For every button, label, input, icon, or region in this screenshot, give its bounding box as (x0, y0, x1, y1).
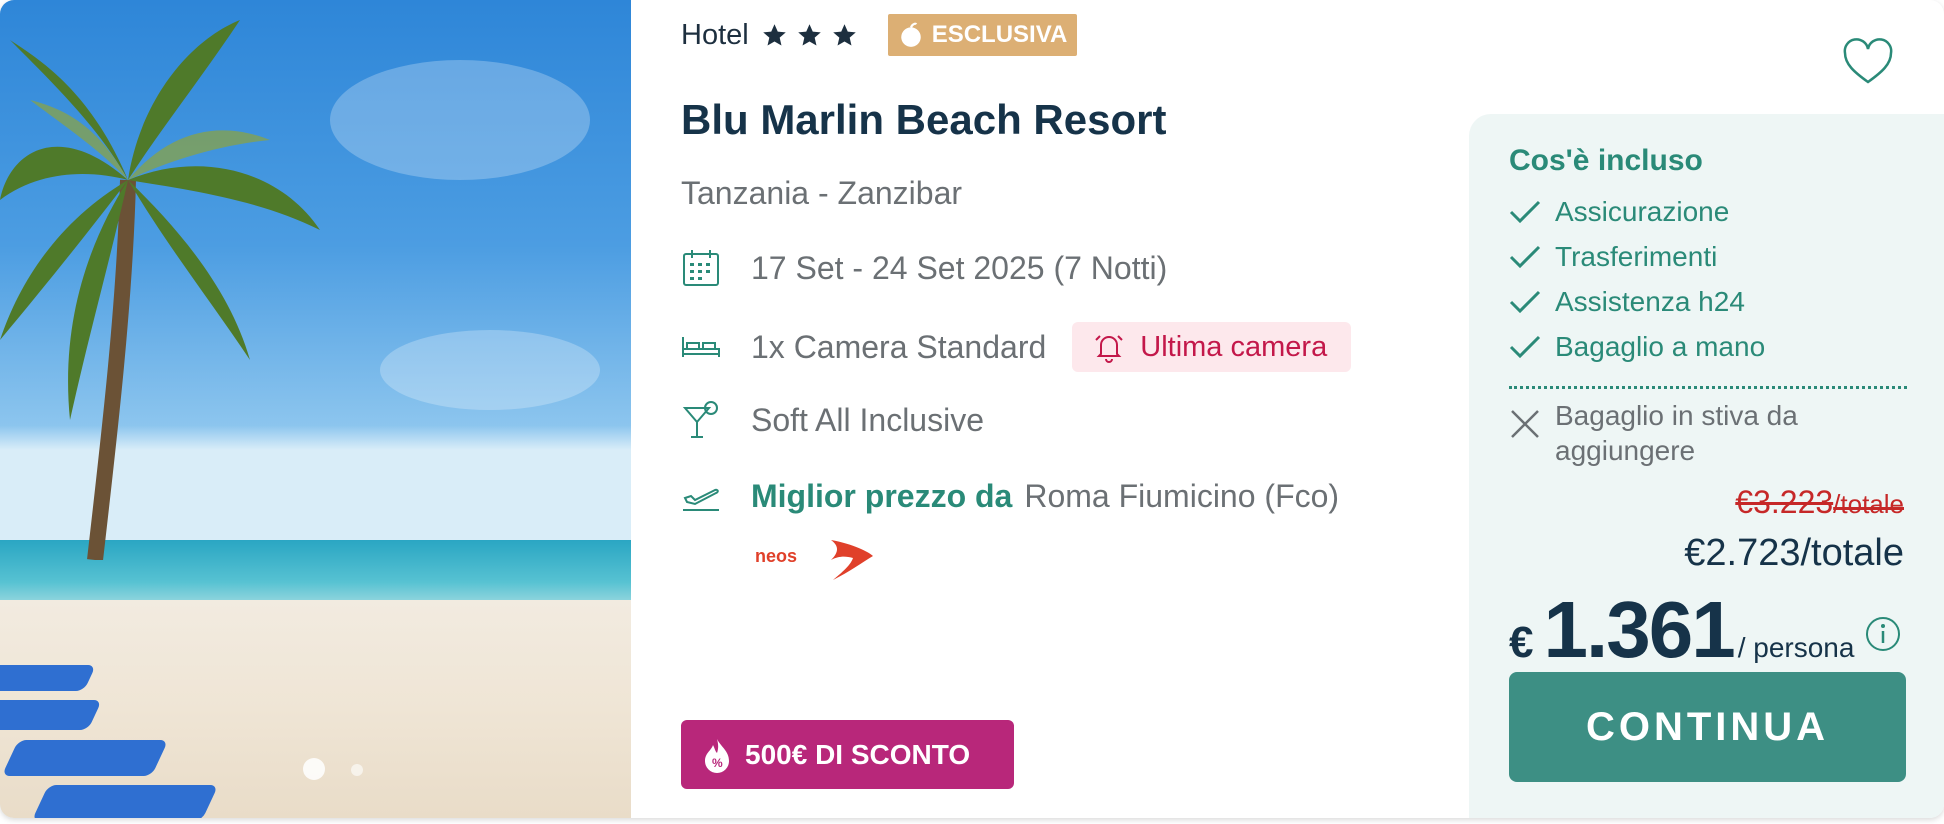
cocktail-icon (682, 401, 718, 438)
star-icon (762, 23, 786, 46)
currency-symbol: € (1509, 618, 1534, 667)
per-person-amount: 1.361 (1543, 585, 1735, 674)
beach-chair (31, 785, 219, 818)
pricing-panel: Cos'è incluso Assicurazione Trasferiment… (1469, 114, 1944, 818)
included-item: Assistenza h24 (1509, 286, 1745, 318)
discounted-total-price: €2.723/totale (1684, 532, 1904, 574)
last-room-badge: Ultima camera (1072, 322, 1352, 372)
cloud-shape (380, 330, 600, 410)
flight-row: Miglior prezzo da Roma Fiumicino (Fco) (681, 476, 1339, 516)
check-icon (1509, 200, 1541, 224)
check-icon (1509, 245, 1541, 269)
star-icon (832, 23, 856, 46)
included-item: Bagaglio a mano (1509, 331, 1765, 363)
included-item: Trasferimenti (1509, 241, 1717, 273)
dates-row: 17 Set - 24 Set 2025 (7 Notti) (681, 248, 1167, 288)
included-divider (1509, 386, 1907, 389)
close-icon (1511, 410, 1539, 438)
beach-chair (1, 740, 169, 776)
excluded-item-line1: Bagaglio in stiva da (1555, 400, 1798, 431)
per-person-unit: / persona (1737, 632, 1855, 663)
original-total-unit: /totale (1833, 489, 1904, 519)
last-room-label: Ultima camera (1140, 330, 1328, 363)
included-item-label: Bagaglio a mano (1555, 331, 1766, 362)
beach-chair (0, 700, 102, 730)
hotel-type-label: Hotel (681, 18, 749, 51)
excluded-item-line2: aggiungere (1555, 435, 1696, 466)
room-type: 1x Camera Standard (751, 328, 1047, 365)
room-row: 1x Camera Standard Ultima camera (681, 322, 1352, 372)
favorite-heart-icon[interactable] (1842, 38, 1894, 86)
best-price-label: Miglior prezzo da (751, 477, 1013, 514)
apple-icon (900, 22, 921, 47)
info-icon[interactable] (1865, 616, 1901, 652)
offer-card[interactable]: Hotel ESCLUSIVA Blu Marlin Beach Resort … (0, 0, 1944, 818)
included-item-label: Trasferimenti (1555, 241, 1718, 272)
cloud-shape (330, 60, 590, 180)
hotel-category-line: Hotel ESCLUSIVA (681, 14, 1078, 56)
exclusive-badge: ESCLUSIVA (887, 14, 1078, 56)
departure-airport[interactable]: Roma Fiumicino (Fco) (1024, 478, 1339, 515)
included-item: Assicurazione (1509, 196, 1729, 228)
calendar-icon (683, 250, 719, 286)
palm-tree-image (0, 20, 320, 560)
per-person-price: € 1.361 / persona (1509, 584, 1854, 676)
discount-label: 500€ DI SCONTO (745, 738, 971, 770)
svg-text:%: % (712, 756, 723, 770)
check-icon (1509, 290, 1541, 314)
included-item-label: Assicurazione (1555, 196, 1730, 227)
neos-logo-text: neos (755, 546, 797, 566)
star-rating (761, 22, 858, 49)
carousel-dot-active[interactable] (303, 758, 325, 780)
beach-chair (0, 665, 97, 691)
board-type: Soft All Inclusive (751, 401, 984, 438)
original-total-amount: €3.223 (1735, 484, 1834, 520)
check-icon (1509, 335, 1541, 359)
neos-airline-logo: neos (755, 540, 873, 580)
travel-dates: 17 Set - 24 Set 2025 (7 Notti) (751, 249, 1168, 286)
exclusive-badge-label: ESCLUSIVA (931, 21, 1068, 48)
plane-takeoff-icon (683, 488, 719, 511)
included-title: Cos'è incluso (1509, 144, 1703, 177)
hotel-photo-carousel[interactable] (0, 0, 631, 818)
excluded-item: Bagaglio in stiva da aggiungere (1509, 398, 1798, 468)
alarm-bell-icon (1095, 335, 1123, 363)
hotel-location: Tanzania - Zanzibar (681, 175, 963, 211)
bed-icon (682, 337, 720, 357)
discount-badge: % 500€ DI SCONTO (681, 720, 1014, 789)
flame-percent-icon: % (705, 738, 729, 773)
carousel-dot[interactable] (351, 764, 363, 776)
original-total-price: €3.223/totale (1735, 484, 1904, 521)
included-item-label: Assistenza h24 (1555, 286, 1745, 317)
board-row: Soft All Inclusive (681, 400, 984, 440)
hotel-name[interactable]: Blu Marlin Beach Resort (681, 96, 1166, 144)
star-icon (797, 23, 821, 46)
continue-button[interactable]: CONTINUA (1509, 672, 1906, 782)
